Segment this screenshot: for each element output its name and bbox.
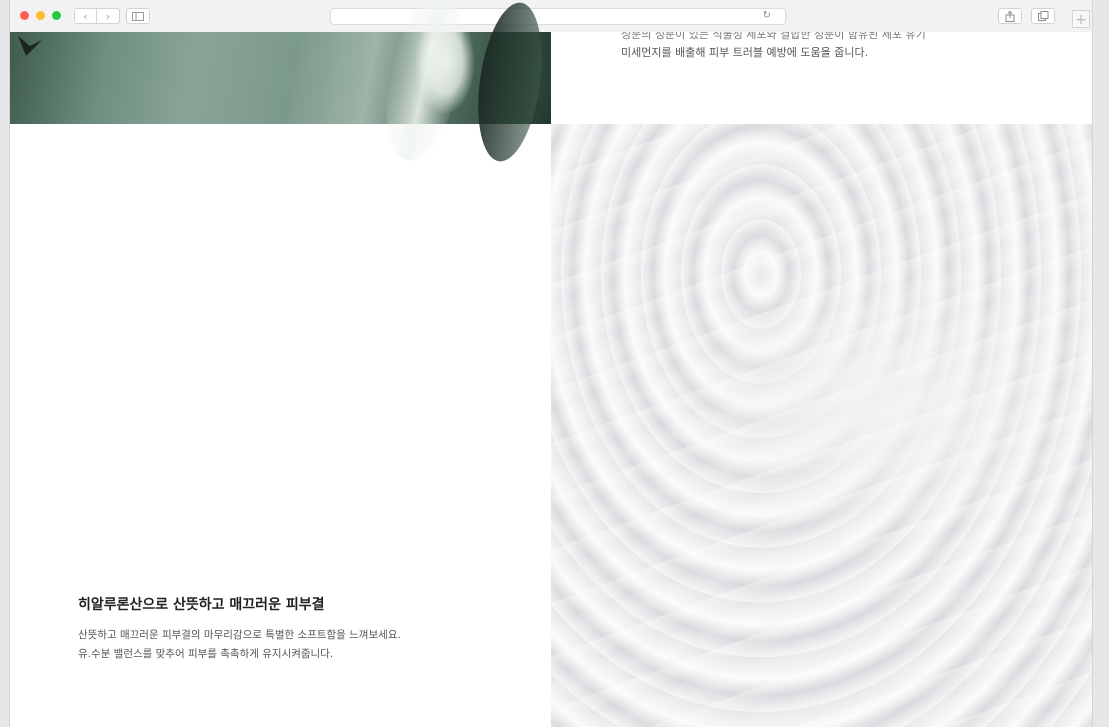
aloe-description-line2: 미세먼지를 배출해 피부 트러블 예방에 도움을 줍니다. xyxy=(621,46,869,59)
hyaluronic-description-line2: 유.수분 밸런스를 맞추어 피부를 촉촉하게 유지시켜줍니다. xyxy=(78,648,334,660)
aloe-description-block: 성분의 성분이 있는 식물성 세포와 결합한 성분이 함유된 세포 유기 미세먼… xyxy=(551,32,1092,124)
reload-icon[interactable]: ↻ xyxy=(763,10,771,21)
aloe-leaf-image xyxy=(10,0,551,168)
share-icon xyxy=(1005,10,1015,22)
water-ripple-image xyxy=(551,124,1092,727)
address-bar[interactable]: ↻ xyxy=(330,8,786,25)
zoom-window-button[interactable] xyxy=(52,11,61,20)
chevron-left-icon: ‹ xyxy=(83,9,88,23)
minimize-window-button[interactable] xyxy=(36,11,45,20)
tabs-overview-icon xyxy=(1037,11,1048,21)
hyaluronic-description: 산뜻하고 매끄러운 피부결의 마무리감으로 특별한 소프트함을 느껴보세요. 유… xyxy=(78,626,401,664)
chevron-right-icon: › xyxy=(105,9,111,23)
sidebar-icon xyxy=(132,11,144,21)
sidebar-button[interactable] xyxy=(126,8,150,24)
share-button[interactable] xyxy=(998,8,1022,24)
browser-window: ‹ › ↻ + 성분의 성분이 있는 식물성 세포와 결합한 성분이 함유된 세… xyxy=(10,0,1092,727)
new-tab-button[interactable]: + xyxy=(1072,10,1090,28)
navigation-buttons: ‹ › xyxy=(74,8,120,24)
forward-button[interactable]: › xyxy=(97,8,120,24)
back-button[interactable]: ‹ xyxy=(74,8,97,24)
browser-toolbar: ‹ › ↻ + xyxy=(10,0,1092,33)
window-controls xyxy=(20,11,61,20)
water-highlight xyxy=(551,124,1092,727)
hyaluronic-title: 히알루론산으로 산뜻하고 매끄러운 피부결 xyxy=(78,597,325,613)
hyaluronic-description-line1: 산뜻하고 매끄러운 피부결의 마무리감으로 특별한 소프트함을 느껴보세요. xyxy=(78,629,401,641)
tabs-overview-button[interactable] xyxy=(1031,8,1055,24)
aloe-thorn-icon xyxy=(18,36,42,56)
close-window-button[interactable] xyxy=(20,11,29,20)
